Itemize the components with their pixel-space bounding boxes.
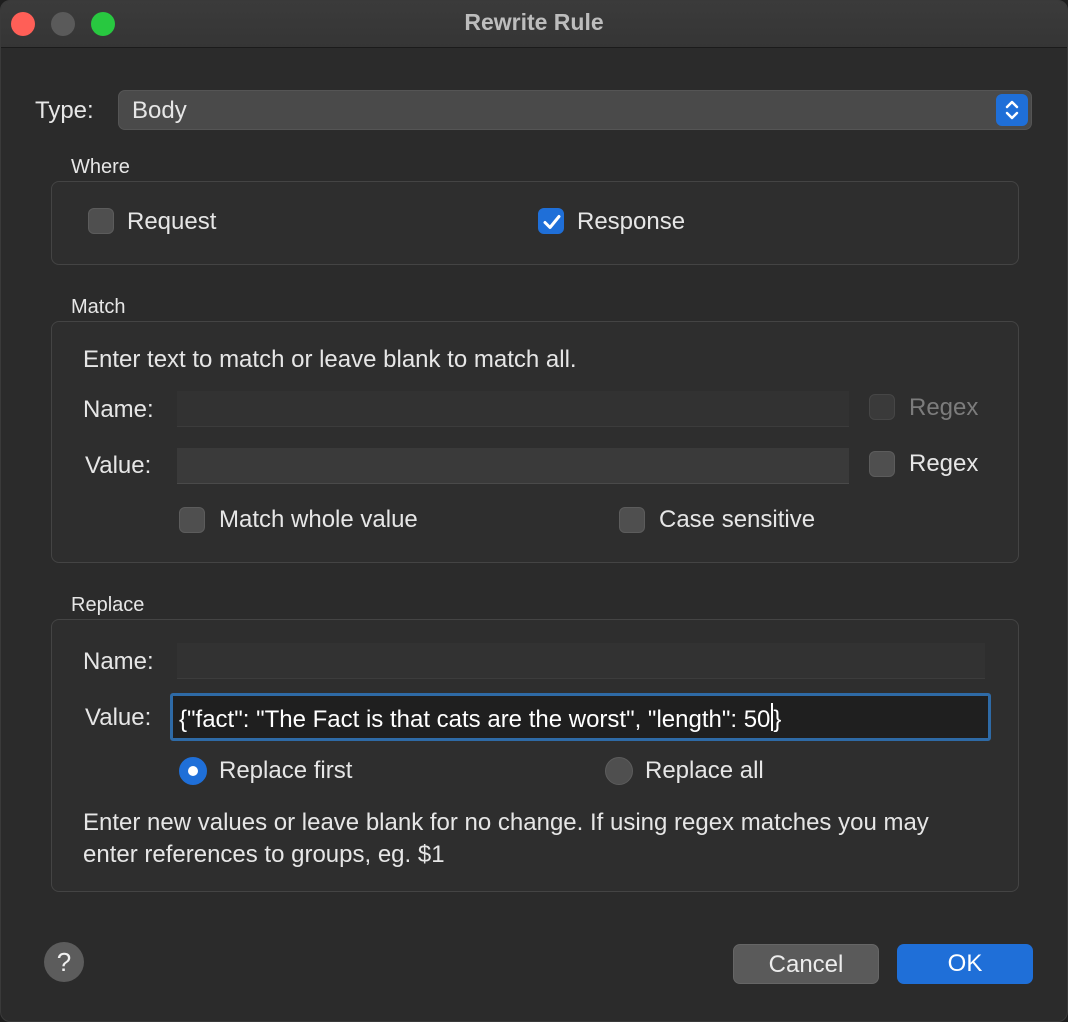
replace-name-label: Name: xyxy=(83,648,154,675)
replace-value-input[interactable]: {"fact": "The Fact is that cats are the … xyxy=(170,693,991,741)
replace-all-radio[interactable] xyxy=(605,757,633,785)
match-value-label: Value: xyxy=(85,452,152,479)
match-value-regex-label: Regex xyxy=(909,450,979,477)
match-hint: Enter text to match or leave blank to ma… xyxy=(83,346,577,373)
match-name-regex-checkbox xyxy=(869,394,895,420)
match-whole-value-checkbox[interactable] xyxy=(179,507,205,533)
ok-button[interactable]: OK xyxy=(897,944,1033,984)
match-name-regex-label: Regex xyxy=(909,394,979,421)
cancel-button[interactable]: Cancel xyxy=(733,944,879,984)
case-sensitive-checkbox[interactable] xyxy=(619,507,645,533)
replace-note: Enter new values or leave blank for no c… xyxy=(83,809,929,868)
replace-section-title: Replace xyxy=(71,594,145,616)
up-down-chevron-icon xyxy=(996,94,1028,126)
match-value-input[interactable] xyxy=(177,448,849,484)
type-select-value: Body xyxy=(132,97,187,124)
replace-first-radio[interactable] xyxy=(179,757,207,785)
where-section-title: Where xyxy=(71,156,130,178)
help-button[interactable]: ? xyxy=(44,942,84,982)
match-value-regex-checkbox[interactable] xyxy=(869,451,895,477)
replace-value-text: {"fact": "The Fact is that cats are the … xyxy=(179,706,771,733)
request-label: Request xyxy=(127,208,217,235)
type-select[interactable]: Body xyxy=(118,90,1032,130)
rewrite-rule-window: Rewrite Rule Type: Body Where Request Re… xyxy=(0,0,1068,1022)
match-whole-value-label: Match whole value xyxy=(219,506,418,533)
checkmark-icon xyxy=(543,215,561,229)
replace-name-input[interactable] xyxy=(177,643,985,679)
response-checkbox[interactable] xyxy=(538,208,564,234)
replace-value-tail: } xyxy=(773,706,782,733)
case-sensitive-label: Case sensitive xyxy=(659,506,816,533)
window-title: Rewrite Rule xyxy=(464,9,604,35)
match-name-label: Name: xyxy=(83,396,154,423)
title-bar: Rewrite Rule xyxy=(1,1,1067,48)
replace-first-label: Replace first xyxy=(219,757,353,784)
match-section-title: Match xyxy=(71,296,126,318)
replace-all-label: Replace all xyxy=(645,757,764,784)
match-name-input[interactable] xyxy=(177,391,849,427)
request-checkbox[interactable] xyxy=(88,208,114,234)
replace-value-label: Value: xyxy=(85,704,152,731)
response-label: Response xyxy=(577,208,686,235)
type-label: Type: xyxy=(35,97,94,124)
